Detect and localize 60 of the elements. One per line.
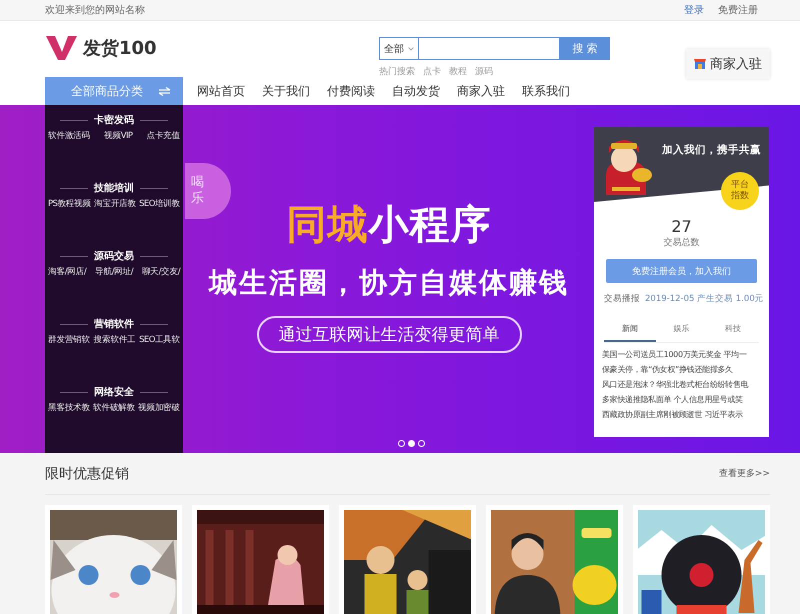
category-link[interactable]: SEO工具软 [139, 334, 180, 346]
swap-icon [158, 86, 171, 96]
caret-icon [408, 46, 414, 52]
category-link[interactable]: SEO培训教 [139, 198, 180, 210]
nav-link[interactable]: 商家入驻 [457, 82, 505, 100]
slide-dot[interactable] [408, 440, 415, 447]
category-link[interactable]: 视频VIP [104, 130, 132, 142]
news-link[interactable]: 多家快递推隐私面单 个人信息用星号或笑 [602, 392, 769, 407]
report-text: 2019-12-05 产生交易 1.00元 [645, 293, 764, 305]
nav-link[interactable]: 付费阅读 [327, 82, 375, 100]
top-link[interactable]: 免费注册 [718, 3, 758, 17]
slide-dot[interactable] [418, 440, 425, 447]
category-link[interactable]: 视频加密破 [138, 402, 180, 414]
card-title: 加入我们，携手共赢 [662, 143, 761, 157]
news-link[interactable]: 风口还是泡沫？华强北卷式柜台纷纷转售电 [602, 377, 769, 392]
category-link[interactable]: 群发营销软 [48, 334, 90, 346]
search-field[interactable] [418, 37, 560, 60]
shop-icon [694, 58, 706, 70]
category-link[interactable]: 点卡充值 [146, 130, 180, 142]
category-link[interactable]: 淘客/网店/ [48, 266, 86, 278]
category-title[interactable]: 营销软件 [94, 317, 134, 331]
banner-badge: 喝 乐 [185, 163, 231, 219]
news-link[interactable]: 美国一公司送员工1000万美元奖金 平均一 [602, 347, 769, 362]
nav-link[interactable]: 关于我们 [262, 82, 310, 100]
category-link[interactable]: 软件破解教 [92, 402, 135, 414]
category-link[interactable]: 聊天/交友/ [142, 266, 180, 278]
index-badge: 平台指数 [721, 172, 759, 210]
logo-icon [45, 35, 79, 61]
category-title[interactable]: 源码交易 [94, 249, 134, 263]
news-link[interactable]: 西藏政协原副主席刚被顾逝世 习近平表示 [602, 407, 769, 422]
logo-text: 发货100 [83, 37, 157, 60]
news-tab[interactable]: 娱乐 [656, 317, 708, 342]
category-title[interactable]: 技能培训 [94, 181, 134, 195]
nav-link[interactable]: 自动发货 [392, 82, 440, 100]
category-link[interactable]: 搜索软件工 [94, 334, 136, 346]
slide-dot[interactable] [398, 440, 405, 447]
report-label: 交易播报 [604, 293, 640, 305]
category-link[interactable]: 导航/网址/ [94, 266, 134, 278]
banner-pill: 通过互联网让生活变得更简单 [256, 316, 522, 353]
category-link[interactable]: 黑客技术教 [48, 402, 90, 414]
more-link[interactable]: 查看更多>> [718, 467, 770, 480]
trade-count: 27 [670, 217, 693, 236]
banner-headline: 同城小程序 [286, 201, 492, 250]
merchant-button[interactable]: 商家入驻 [686, 49, 770, 79]
section-title: 限时优惠促销 [45, 464, 129, 482]
news-tab[interactable]: 科技 [707, 317, 760, 342]
top-link[interactable]: 登录 [684, 3, 704, 17]
banner-subline: 城生活圈，协方自媒体赚钱 [209, 265, 569, 301]
news-tab[interactable]: 新闻 [604, 317, 656, 342]
nav-link[interactable]: 网站首页 [197, 82, 245, 100]
category-title[interactable]: 网络安全 [94, 385, 134, 399]
count-label: 交易总数 [662, 236, 700, 249]
category-link[interactable]: PS教程视频 [48, 198, 91, 210]
welcome-text: 欢迎来到您的网站名称 [45, 4, 145, 17]
news-link[interactable]: 保豪关停，靠“伪女权”挣钱还能撑多久 [602, 362, 769, 377]
category-link[interactable]: 淘宝开店教 [94, 198, 136, 210]
category-title[interactable]: 卡密发码 [94, 113, 134, 127]
hot-search-label: 热门搜索 [379, 66, 415, 78]
nav-link[interactable]: 联系我们 [522, 82, 570, 100]
category-link[interactable]: 软件激活码 [48, 130, 90, 142]
